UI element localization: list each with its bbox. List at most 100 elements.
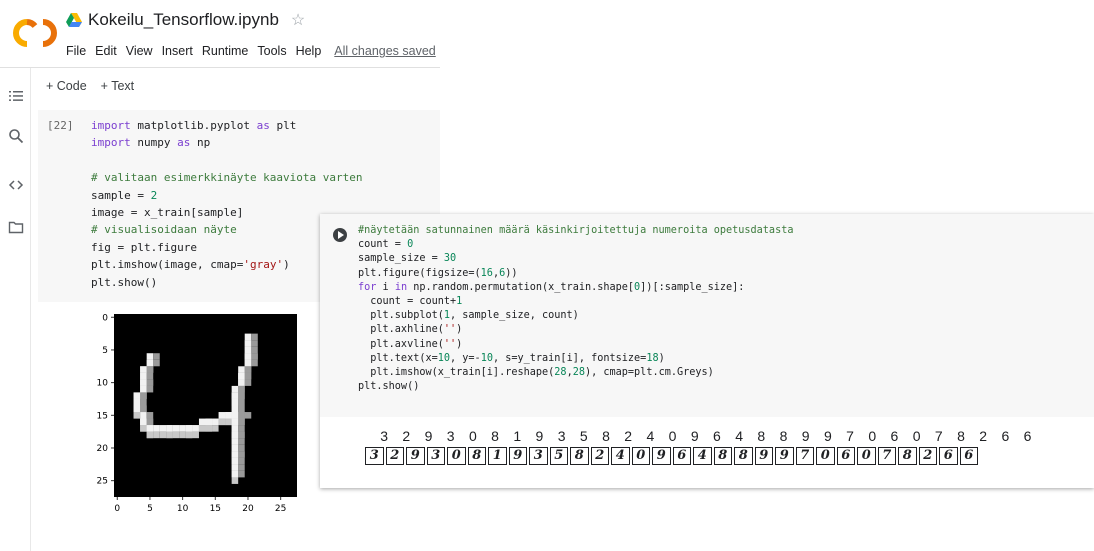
digit-thumbnail: 9: [508, 447, 527, 465]
digit-thumbnail: 2: [590, 447, 609, 465]
code-cell-2[interactable]: #näytetään satunnainen määrä käsinkirjoi…: [320, 214, 1094, 488]
digit-labels-row: 329308193582409648899706078266: [373, 428, 1039, 444]
run-cell-button[interactable]: [333, 228, 347, 242]
digit-thumbnail: 6: [672, 447, 691, 465]
mnist-digit-image-plot: 0 5 10 15 20 25 0 5 10 15 20 25: [97, 313, 297, 514]
digit-thumbnail: 4: [693, 447, 712, 465]
digit-label: 8: [491, 428, 499, 444]
digit-thumbnail: 5: [549, 447, 568, 465]
digit-label: 6: [890, 428, 899, 444]
menu-tools[interactable]: Tools: [257, 44, 286, 58]
code-cell-2-editor-area: #näytetään satunnainen määrä käsinkirjoi…: [320, 214, 1094, 417]
code-editor-2[interactable]: #näytetään satunnainen määrä käsinkirjoi…: [358, 224, 793, 394]
digit-label: 8: [757, 428, 766, 444]
x-tick-label: 20: [242, 504, 254, 514]
digit-label: 4: [735, 428, 743, 444]
digit-thumbnail: 8: [467, 447, 486, 465]
digit-label: 9: [801, 428, 810, 444]
digit-thumbnail: 8: [713, 447, 732, 465]
digit-thumbnail: 7: [877, 447, 896, 465]
digit-thumbnail: 7: [795, 447, 814, 465]
digit-label: 9: [690, 428, 699, 444]
digit-label: 0: [668, 428, 677, 444]
y-tick-label: 15: [97, 411, 108, 421]
y-tick-label: 25: [97, 477, 108, 487]
menu-file[interactable]: File: [66, 44, 86, 58]
digit-thumbnail: 9: [406, 447, 425, 465]
x-tick-label: 5: [147, 504, 153, 514]
colab-logo[interactable]: [13, 18, 57, 48]
digit-thumbnails-row: 329308193582409648899706078266: [365, 447, 978, 465]
menu-runtime[interactable]: Runtime: [202, 44, 249, 58]
digit-thumbnail: 2: [918, 447, 937, 465]
digit-thumbnail: 6: [959, 447, 978, 465]
digit-label: 9: [535, 428, 544, 444]
digit-thumbnail: 9: [775, 447, 794, 465]
y-tick-label: 10: [97, 379, 109, 389]
digit-thumbnail: 1: [488, 447, 507, 465]
google-drive-icon: [66, 13, 82, 27]
digit-thumbnail: 2: [385, 447, 404, 465]
digit-thumbnail: 8: [570, 447, 589, 465]
menu-view[interactable]: View: [126, 44, 153, 58]
digit-thumbnail: 0: [447, 447, 466, 465]
digit-label: 7: [846, 428, 854, 444]
digit-label: 9: [424, 428, 433, 444]
digit-label: 0: [468, 428, 477, 444]
star-icon[interactable]: ☆: [291, 10, 305, 30]
digit-label: 2: [402, 428, 411, 444]
notebook-toolbar: + Code + Text: [46, 79, 134, 93]
digit-label: 6: [1023, 428, 1032, 444]
add-code-cell-button[interactable]: + Code: [46, 79, 87, 93]
digit-thumbnail: 0: [631, 447, 650, 465]
search-icon[interactable]: [8, 128, 24, 144]
digit-label: 0: [868, 428, 877, 444]
digit-thumbnail: 6: [939, 447, 958, 465]
menu-edit[interactable]: Edit: [95, 44, 117, 58]
x-tick-label: 0: [114, 504, 120, 514]
digit-label: 6: [713, 428, 721, 444]
digit-label: 3: [380, 428, 388, 444]
digit-thumbnail: 6: [836, 447, 855, 465]
left-sidebar: [0, 68, 31, 551]
digit-four-image: [114, 314, 297, 497]
digit-thumbnail: 9: [754, 447, 773, 465]
x-tick-label: 15: [210, 504, 221, 514]
digit-thumbnail: 3: [426, 447, 445, 465]
digit-label: 7: [934, 428, 943, 444]
digit-label: 2: [624, 428, 633, 444]
code-snippets-icon[interactable]: [8, 177, 24, 193]
y-tick-label: 0: [102, 313, 108, 323]
digit-label: 8: [779, 428, 788, 444]
execution-count: [22]: [47, 119, 74, 132]
digit-thumbnail: 3: [365, 447, 384, 465]
x-tick-label: 25: [275, 504, 286, 514]
digit-thumbnail: 0: [816, 447, 835, 465]
digit-label: 6: [1001, 428, 1010, 444]
folder-icon[interactable]: [8, 219, 24, 235]
digit-label: 4: [646, 428, 655, 444]
digit-thumbnail: 0: [857, 447, 876, 465]
digit-label: 0: [912, 428, 921, 444]
notebook-title[interactable]: Kokeilu_Tensorflow.ipynb: [88, 10, 279, 30]
digit-thumbnail: 3: [529, 447, 548, 465]
menu-bar: File Edit View Insert Runtime Tools Help…: [66, 44, 436, 58]
notebook-title-row: Kokeilu_Tensorflow.ipynb ☆: [66, 10, 305, 30]
save-status-link[interactable]: All changes saved: [334, 44, 435, 58]
header-divider: [0, 67, 440, 68]
digit-label: 3: [557, 428, 566, 444]
table-of-contents-icon[interactable]: [8, 88, 24, 104]
digit-thumbnail: 4: [611, 447, 630, 465]
digit-thumbnail: 8: [734, 447, 753, 465]
digit-label: 8: [957, 428, 965, 444]
x-tick-label: 10: [177, 504, 189, 514]
y-tick-label: 5: [102, 346, 108, 356]
digit-thumbnail: 8: [898, 447, 917, 465]
y-tick-label: 20: [97, 444, 109, 454]
menu-insert[interactable]: Insert: [162, 44, 193, 58]
add-text-cell-button[interactable]: + Text: [101, 79, 134, 93]
digit-label: 2: [979, 428, 988, 444]
menu-help[interactable]: Help: [296, 44, 322, 58]
digit-label: 1: [513, 428, 522, 444]
digit-label: 5: [579, 428, 588, 444]
